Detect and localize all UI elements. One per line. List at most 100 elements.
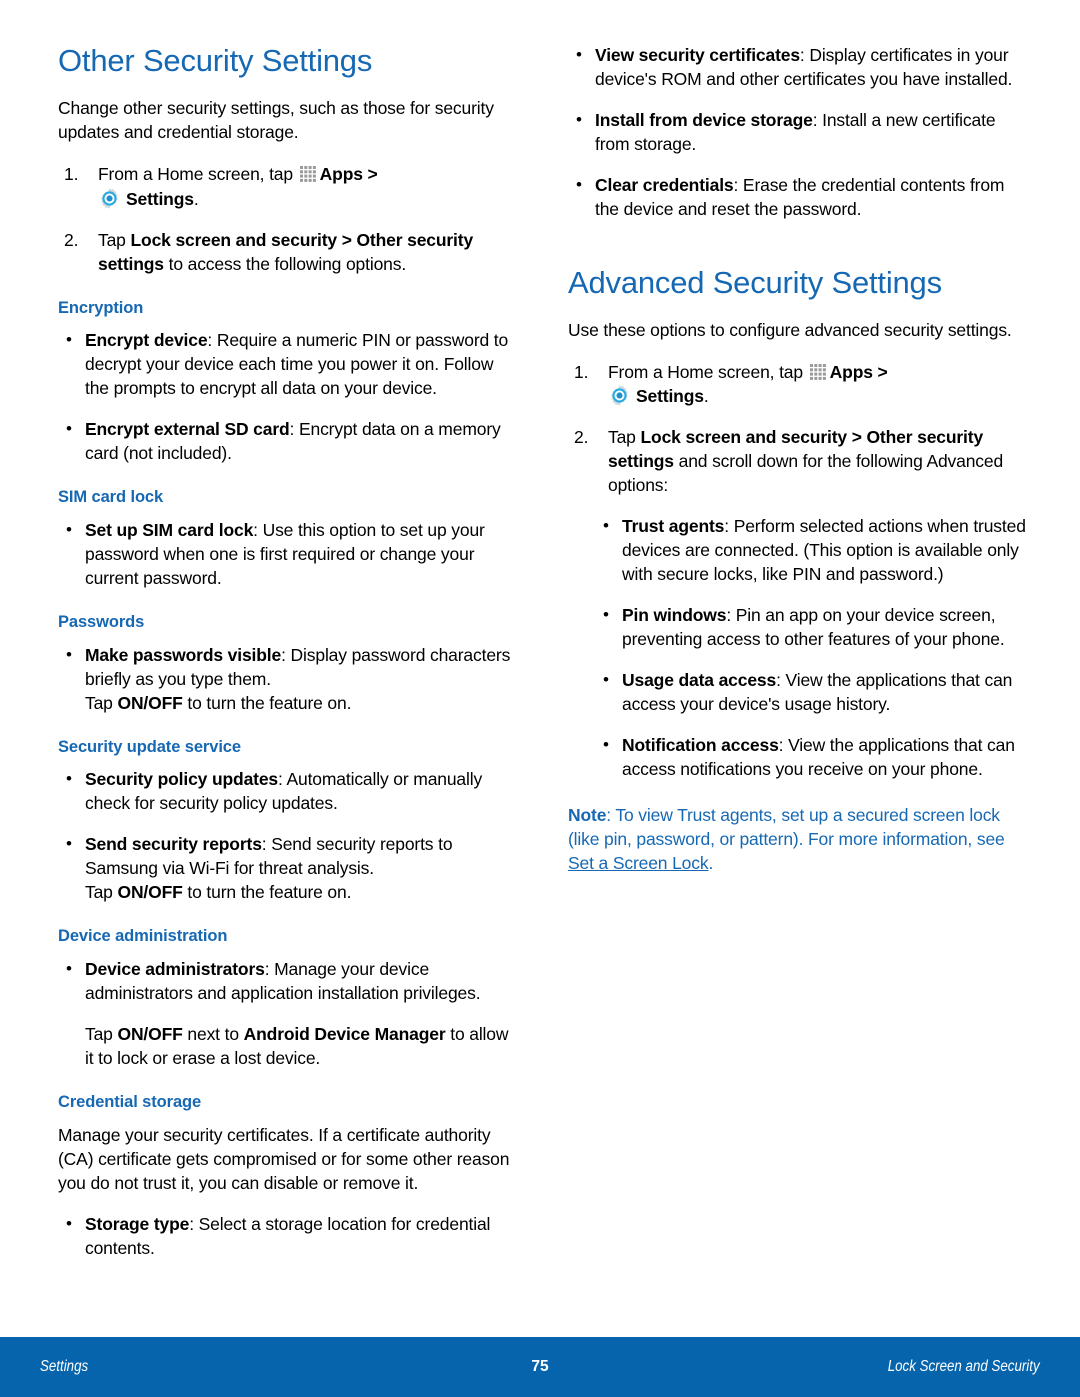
apps-label: Apps [829,361,873,382]
right-column: View security certificates: Display cert… [568,43,1028,876]
android-device-manager-label: Android Device Manager [243,1023,446,1044]
settings-period: . [703,386,709,407]
list-item: Set up SIM card lock: Use this option to… [58,518,518,591]
list-item: Encrypt external SD card: Encrypt data o… [58,417,518,466]
list-item: View security certificates: Display cert… [568,43,1028,92]
list-item: Clear credentials: Erase the credential … [568,173,1028,222]
step-arrow: > [872,361,888,382]
left-column: Other Security Settings Change other sec… [58,43,518,1278]
bullet-term: Pin windows [622,605,727,626]
tap-pre: Tap [85,882,118,903]
page-footer: Settings 75 Lock Screen and Security [0,1337,1080,1397]
settings-label: Settings [636,386,704,407]
list-item: Make passwords visible: Display password… [58,643,518,716]
set-a-screen-lock-link[interactable]: Set a Screen Lock [568,853,709,873]
note-label: Note [568,805,607,826]
note-text: : To view Trust agents, set up a secured… [568,805,1005,850]
android-device-manager-tap: Tap ON/OFF next to Android Device Manage… [85,1023,518,1071]
steps-list-right: 1. From a Home screen, tap Apps > Settin… [568,361,1028,499]
onoff-label: ON/OFF [117,692,183,713]
note-text-end: . [708,853,714,873]
bullet-term: Encrypt external SD card [85,419,290,440]
bullet-term: Send security reports [85,834,262,855]
list-item: Security policy updates: Automatically o… [58,767,518,816]
sim-card-lock-bullets: Set up SIM card lock: Use this option to… [58,518,518,591]
note-block: Note: To view Trust agents, set up a sec… [568,804,1028,876]
list-item: Notification access: View the applicatio… [595,733,1028,782]
list-item: Encrypt device: Require a numeric PIN or… [58,328,518,401]
advanced-options-bullets: Trust agents: Perform selected actions w… [568,514,1028,782]
step-number: 1. [64,163,79,184]
step-number: 2. [574,427,589,448]
step-number: 1. [574,361,589,382]
step-arrow: > [362,163,378,184]
bullet-term: Clear credentials [595,174,734,195]
step-item: 2. Tap Lock screen and security > Other … [58,229,518,277]
section-heading-sim-card-lock: SIM card lock [58,488,164,507]
security-update-bullets: Security policy updates: Automatically o… [58,767,518,905]
steps-list-left: 1. From a Home screen, tap Apps > Settin… [58,163,518,277]
step-second-line: Settings. [98,187,518,212]
list-item: Install from device storage: Install a n… [568,108,1028,157]
list-item: Device administrators: Manage your devic… [58,957,518,1006]
apps-grid-icon [299,165,319,183]
step-item: 2. Tap Lock screen and security > Other … [568,426,1028,498]
bullet-term: Make passwords visible [85,644,282,665]
credential-storage-bullets: Storage type: Select a storage location … [58,1212,518,1261]
credential-storage-continued-bullets: View security certificates: Display cert… [568,43,1028,222]
apps-grid-icon [809,363,829,381]
intro-paragraph: Change other security settings, such as … [58,97,494,142]
tap-post: to turn the feature on. [182,692,352,713]
section-heading-passwords: Passwords [58,612,145,631]
step-tail: to access the following options. [163,253,407,274]
list-item: Trust agents: Perform selected actions w… [595,514,1028,587]
settings-period: . [193,188,199,209]
bullet-term: Storage type [85,1213,190,1234]
step-text: From a Home screen, tap [608,361,808,382]
section-heading-credential-storage: Credential storage [58,1092,202,1111]
step-item: 1. From a Home screen, tap Apps > Settin… [568,361,1028,410]
section-heading-security-update-service: Security update service [58,737,241,756]
bullet-term: Encrypt device [85,330,208,351]
settings-gear-icon [608,384,631,407]
advanced-security-settings-title: Advanced Security Settings [568,264,942,300]
bullet-term: Device administrators [85,959,265,980]
list-item: Storage type: Select a storage location … [58,1212,518,1261]
device-administration-bullets: Device administrators: Manage your devic… [58,957,518,1006]
footer-chapter-label: Lock Screen and Security [888,1358,1040,1375]
onoff-label: ON/OFF [117,1023,183,1044]
step-lead: Tap [98,229,131,250]
section-heading-device-administration: Device administration [58,927,228,946]
bullet-term: Notification access [622,735,779,756]
bullet-term: Install from device storage [595,109,813,130]
bullet-term: Set up SIM card lock [85,519,254,540]
passwords-bullets: Make passwords visible: Display password… [58,643,518,716]
step-second-line: Settings. [608,384,1028,409]
manual-page: Other Security Settings Change other sec… [0,0,1080,1397]
bullet-term: Usage data access [622,670,777,691]
credential-storage-paragraph: Manage your security certificates. If a … [58,1124,510,1193]
list-item: Send security reports: Send security rep… [58,832,518,905]
tap-pre: Tap [85,692,118,713]
tap-post: to turn the feature on. [182,882,352,903]
bullet-term: Trust agents [622,516,725,537]
encryption-bullets: Encrypt device: Require a numeric PIN or… [58,328,518,466]
footer-inner: Settings 75 Lock Screen and Security [0,1337,1080,1397]
page-title: Other Security Settings [58,43,373,78]
onoff-label: ON/OFF [117,882,183,903]
bullet-term: View security certificates [595,45,800,65]
step-text: From a Home screen, tap [98,163,298,184]
settings-gear-icon [98,187,121,210]
settings-label: Settings [126,188,194,209]
tap-pre: Tap [85,1023,118,1044]
tap-mid: next to [182,1023,244,1044]
step-item: 1. From a Home screen, tap Apps > Settin… [58,163,518,212]
bullet-term: Security policy updates [85,769,278,790]
list-item: Pin windows: Pin an app on your device s… [595,603,1028,652]
advanced-intro-paragraph: Use these options to configure advanced … [568,319,1012,340]
step-number: 2. [64,229,79,250]
list-item: Usage data access: View the applications… [595,668,1028,717]
apps-label: Apps [319,163,363,184]
section-heading-encryption: Encryption [58,298,144,317]
step-lead: Tap [608,427,641,448]
